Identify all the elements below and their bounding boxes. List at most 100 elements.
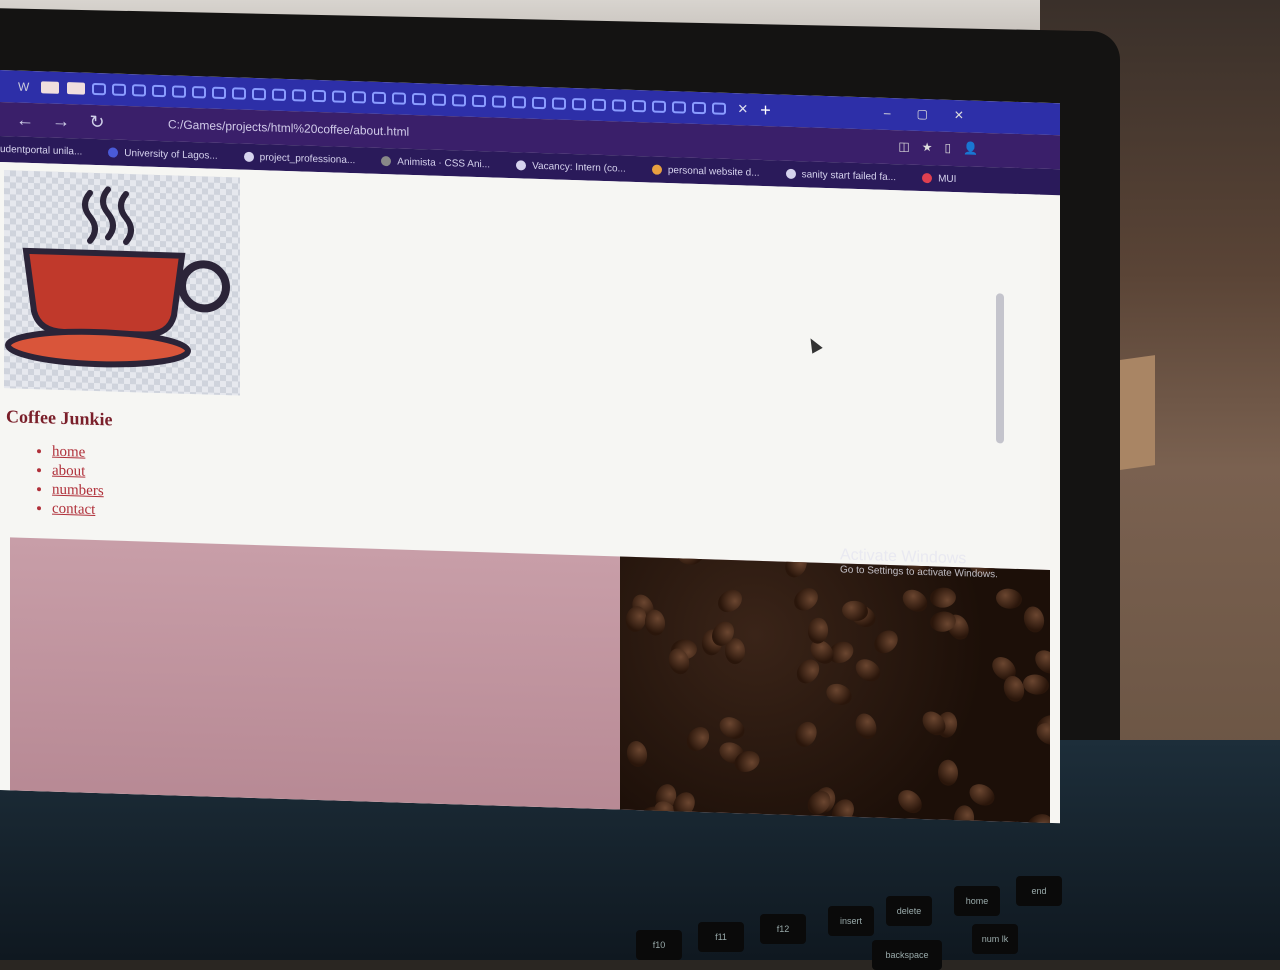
key-end[interactable]: end bbox=[1016, 876, 1062, 906]
bookmark[interactable]: MUI bbox=[922, 172, 956, 184]
animista-icon bbox=[381, 156, 391, 166]
keyboard: f10 f11 f12 insert delete home end backs… bbox=[560, 860, 1280, 960]
tab-favicon-icon[interactable] bbox=[592, 99, 606, 111]
tab-favicon-icon[interactable] bbox=[532, 97, 546, 109]
coffee-bean bbox=[823, 537, 852, 541]
tab-favicon-icon[interactable] bbox=[312, 90, 326, 102]
key-backspace[interactable]: backspace bbox=[872, 940, 942, 970]
coffee-bean bbox=[894, 785, 927, 817]
back-arrow-icon[interactable]: ← bbox=[14, 109, 36, 131]
tab-favicon-icon[interactable] bbox=[232, 87, 246, 99]
nav-link-contact[interactable]: contact bbox=[52, 501, 95, 518]
tab-favicon-icon[interactable] bbox=[432, 94, 446, 106]
web-page: Coffee Junkie home about numbers contact bbox=[0, 162, 1040, 823]
tab-favicon-icon[interactable] bbox=[472, 95, 486, 107]
bookmark[interactable]: personal website d... bbox=[652, 164, 760, 178]
tab[interactable] bbox=[67, 82, 85, 95]
tab-favicon-icon[interactable] bbox=[392, 92, 406, 104]
tab-favicon-icon[interactable] bbox=[612, 99, 626, 111]
coffee-bean bbox=[625, 740, 649, 768]
tab-favicon-icon[interactable] bbox=[252, 88, 266, 100]
coffee-bean bbox=[1024, 810, 1050, 823]
extension-icons[interactable]: ◫★▯👤 bbox=[898, 139, 990, 156]
reload-icon[interactable]: ↻ bbox=[86, 111, 108, 133]
tab-favicon-icon[interactable] bbox=[372, 92, 386, 104]
coffee-bean bbox=[1033, 719, 1050, 749]
tab-favicon-icon[interactable] bbox=[112, 84, 126, 96]
coffee-bean bbox=[677, 544, 703, 565]
tab-favicon-icon[interactable] bbox=[192, 86, 206, 98]
coffee-bean bbox=[768, 537, 799, 541]
coffee-bean bbox=[1022, 605, 1047, 634]
key-f10[interactable]: f10 bbox=[636, 930, 682, 960]
bookmark[interactable]: sanity start failed fa... bbox=[786, 168, 897, 182]
address-bar[interactable]: C:/Games/projects/html%20coffee/about.ht… bbox=[168, 117, 409, 139]
coffee-bean bbox=[966, 780, 998, 810]
close-tab-icon[interactable]: ✕ bbox=[737, 101, 748, 117]
notion-icon bbox=[516, 160, 526, 170]
tab-first[interactable]: W bbox=[18, 80, 29, 94]
coffee-cup-logo bbox=[4, 170, 240, 395]
tab[interactable] bbox=[41, 81, 59, 94]
nav-link-numbers[interactable]: numbers bbox=[52, 482, 104, 500]
key-home[interactable]: home bbox=[954, 886, 1000, 916]
tab-favicon-icon[interactable] bbox=[692, 102, 706, 114]
coffee-bean bbox=[716, 713, 748, 743]
bookmark[interactable]: udentportal unila... bbox=[0, 144, 82, 158]
activate-windows-watermark: Activate Windows Go to Settings to activ… bbox=[840, 546, 998, 580]
tab-favicon-icon[interactable] bbox=[292, 89, 306, 101]
bookmark-icon bbox=[652, 164, 662, 174]
tab-favicon-icon[interactable] bbox=[332, 90, 346, 102]
tab-favicon-icon[interactable] bbox=[652, 101, 666, 113]
coffee-bean bbox=[804, 537, 832, 539]
coffee-bean bbox=[808, 537, 837, 546]
coffee-bean bbox=[1001, 674, 1027, 704]
coffee-bean bbox=[714, 585, 747, 617]
key-delete[interactable]: delete bbox=[886, 896, 932, 926]
coffee-bean bbox=[899, 537, 919, 545]
key-insert[interactable]: insert bbox=[828, 906, 874, 936]
bookmark[interactable]: Vacancy: Intern (co... bbox=[516, 160, 626, 174]
tab-favicon-icon[interactable] bbox=[412, 93, 426, 105]
tab-favicon-icon[interactable] bbox=[512, 96, 526, 108]
laptop-screen: W ✕ + –▢✕ ← → ↻ C:/Games/projects/html%2… bbox=[0, 70, 1060, 823]
window-controls[interactable]: –▢✕ bbox=[884, 106, 990, 123]
coffee-bean bbox=[929, 586, 958, 609]
nav-item: numbers bbox=[52, 482, 104, 501]
forward-arrow-icon[interactable]: → bbox=[50, 110, 72, 132]
tab-favicon-icon[interactable] bbox=[632, 100, 646, 112]
bookmark[interactable]: University of Lagos... bbox=[108, 147, 217, 161]
nav-link-about[interactable]: about bbox=[52, 463, 85, 480]
github-icon bbox=[786, 169, 796, 179]
tab-favicon-icon[interactable] bbox=[172, 85, 186, 97]
key-f11[interactable]: f11 bbox=[698, 922, 744, 952]
coffee-bean bbox=[852, 655, 885, 686]
bookmark[interactable]: Animista · CSS Ani... bbox=[381, 155, 490, 169]
coffee-bean bbox=[806, 616, 829, 645]
nav-item: contact bbox=[52, 501, 104, 520]
tab-favicon-icon[interactable] bbox=[92, 83, 106, 95]
nav-item: about bbox=[52, 463, 104, 482]
coffee-bean bbox=[938, 759, 958, 786]
tab-favicon-icon[interactable] bbox=[352, 91, 366, 103]
tab-favicon-icon[interactable] bbox=[552, 97, 566, 109]
tab-favicon-icon[interactable] bbox=[492, 95, 506, 107]
tab-favicon-icon[interactable] bbox=[712, 102, 726, 114]
tab-favicon-icon[interactable] bbox=[452, 94, 466, 106]
nav-link-home[interactable]: home bbox=[52, 444, 85, 461]
tab-favicon-icon[interactable] bbox=[572, 98, 586, 110]
bookmark[interactable]: project_professiona... bbox=[244, 151, 356, 166]
tab-favicon-icon[interactable] bbox=[152, 85, 166, 97]
coffee-bean bbox=[870, 626, 903, 658]
new-tab-icon[interactable]: + bbox=[760, 99, 771, 120]
key-num-lock[interactable]: num lk bbox=[972, 924, 1018, 954]
tab-favicon-icon[interactable] bbox=[272, 89, 286, 101]
tab-favicon-icon[interactable] bbox=[132, 84, 146, 96]
tab-favicon-icon[interactable] bbox=[672, 101, 686, 113]
coffee-bean bbox=[790, 583, 823, 615]
hero-image bbox=[10, 537, 1050, 823]
scrollbar[interactable] bbox=[996, 293, 1004, 443]
coffee-bean bbox=[682, 723, 713, 756]
tab-favicon-icon[interactable] bbox=[212, 87, 226, 99]
key-f12[interactable]: f12 bbox=[760, 914, 806, 944]
